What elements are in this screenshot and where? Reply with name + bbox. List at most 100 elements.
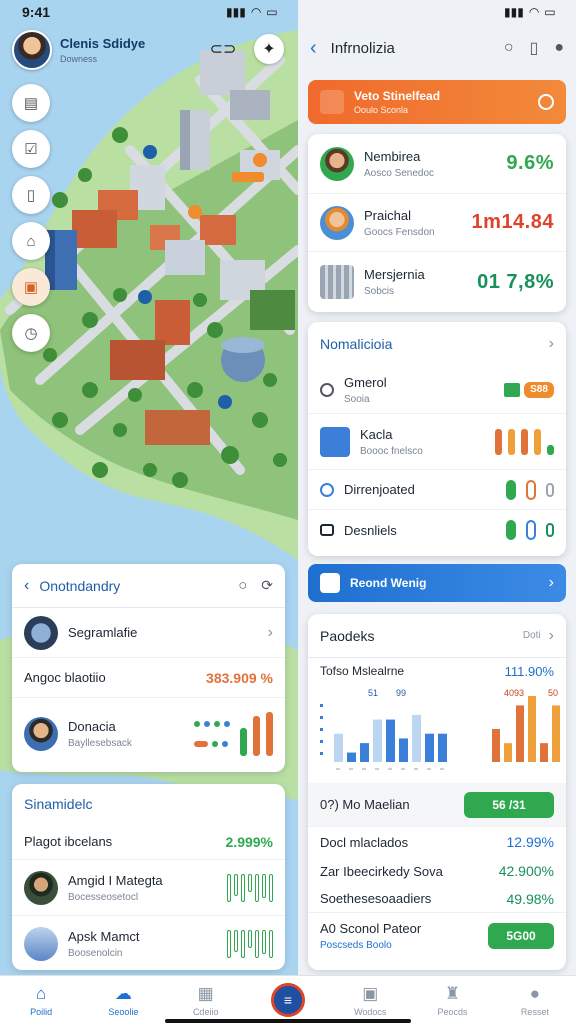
nav-item-folder[interactable]: ▣ Wodocs [329, 976, 411, 1024]
chevron-right-icon[interactable]: › [549, 574, 554, 592]
item-avatar [24, 717, 58, 751]
chart-bar [552, 705, 560, 762]
item-label: Zar Ibeecirkedy Sova [320, 863, 443, 879]
filter-label[interactable]: Doti [523, 630, 541, 641]
list-item[interactable]: Gmerol Sooia S88 [308, 366, 566, 414]
chart-bar [540, 743, 548, 762]
data-label: 51 [368, 688, 378, 698]
chart-bar [399, 738, 408, 762]
axis-tick [320, 740, 323, 743]
status-time: 9:41 [22, 4, 51, 20]
location-icon [320, 382, 334, 397]
chart-bar [347, 752, 356, 762]
avatar[interactable] [12, 30, 52, 70]
axis-tick [320, 728, 323, 731]
stat-sub: Sobcis [364, 286, 395, 297]
timer-icon[interactable] [538, 94, 554, 110]
item-label: Angoc blaotiio [24, 670, 106, 685]
item-label: Amgid I Mategta [68, 872, 163, 888]
pin-icon[interactable]: ✦ [254, 34, 284, 64]
clipboard-icon[interactable]: ▯ [12, 176, 50, 214]
profile-icon[interactable]: ● [554, 39, 564, 57]
data-label: 99 [396, 688, 406, 698]
bag-icon[interactable]: ⌂ [12, 222, 50, 260]
chevron-right-icon[interactable]: › [268, 624, 273, 642]
refresh-icon[interactable]: ⟳ [261, 577, 273, 594]
x-tick [349, 768, 353, 770]
clock-icon[interactable]: ◷ [12, 314, 50, 352]
chart-bar [492, 729, 500, 762]
list-item[interactable]: Apsk Mamct Boosenolcin [12, 916, 285, 970]
stat-row[interactable]: Mersjernia Sobcis 01 7,8% [308, 252, 566, 312]
item-label: Plagot ibcelans [24, 834, 113, 849]
link-icon[interactable]: ⊂⊃ [208, 34, 238, 64]
gallery-icon[interactable]: ▣ [12, 268, 50, 306]
item-value: 2.999% [225, 833, 273, 850]
chart-bar [334, 733, 343, 762]
chevron-right-icon[interactable]: › [549, 627, 554, 645]
mini-bars [495, 428, 554, 455]
back-icon[interactable]: ‹ [24, 577, 29, 595]
item-label: Kacla [360, 426, 393, 442]
list-item[interactable]: Amgid I Mategta Bocesseosetocl [12, 860, 285, 916]
list-item[interactable]: Donacia Bayllesebsack [12, 698, 285, 770]
stats-card: Nembirea Aosco Senedoc 9.6% Praichal Goo… [308, 134, 566, 312]
x-tick [440, 768, 444, 770]
mini-indicator [194, 712, 273, 756]
nav-item-calendar[interactable]: ▦ Cdeiio [165, 976, 247, 1024]
toggle-indicators [506, 520, 554, 540]
page-title: Infrnolizia [330, 39, 395, 57]
map-toolbar: ▤ ☑ ▯ ⌂ ▣ ◷ [12, 84, 50, 352]
item-label: A0 Sconol Pateor [320, 921, 422, 936]
search-icon[interactable]: ○ [504, 39, 514, 57]
item-label: Apsk Mamct [68, 929, 140, 944]
back-icon[interactable]: ‹ [310, 37, 317, 60]
stat-row[interactable]: Praichal Goocs Fensdon 1m14.84 [308, 194, 566, 252]
item-sub: Bocesseosetocl [68, 891, 139, 903]
doc-icon[interactable]: ▤ [12, 84, 50, 122]
stat-value: 9.6% [506, 152, 554, 174]
list-item[interactable]: Dirrenjoated [308, 470, 566, 510]
bookmark-icon[interactable]: ▯ [530, 38, 539, 58]
nav-label: Cdeiio [192, 1006, 219, 1017]
action-banner[interactable]: Reond Wenig › [308, 564, 566, 602]
list-item[interactable]: A0 Sconol Pateor Poscseds Boolo 5G00 [308, 913, 566, 959]
calendar-icon [320, 426, 350, 457]
nav-item-bell[interactable]: ♜ Peocds [411, 976, 493, 1024]
list-item[interactable]: 0?) Mo Maelian 56 /31 [308, 783, 566, 827]
item-badge[interactable]: 5G00 [488, 923, 554, 949]
item-badge[interactable]: 56 /31 [464, 791, 554, 818]
grid-icon [320, 265, 354, 299]
chevron-right-icon[interactable]: › [549, 335, 554, 353]
nav-item-profile[interactable]: ● Resset [494, 976, 576, 1024]
left-card-summary: Sinamidelc Plagot ibcelans 2.999% Amgid … [12, 784, 285, 970]
nav-item-cloud[interactable]: ☁ Seoolie [82, 976, 164, 1024]
map-pane[interactable]: 9:41 ▮▮▮ ◠ ▭ Clenis Sdidye Downess ⊂⊃ ✦ … [0, 0, 298, 975]
banner-title: Veto Stinelfead [354, 89, 441, 103]
stat-sub: Aosco Senedoc [364, 167, 435, 179]
nav-label: Seoolie [108, 1006, 139, 1017]
center-icon: ≡ [270, 983, 305, 1017]
list-item[interactable]: Kacla Boooc fnelsco [308, 414, 566, 470]
battery-icon: ▭ [544, 5, 556, 19]
checklist-icon[interactable]: ☑ [12, 130, 50, 168]
bell-icon: ♜ [444, 983, 461, 1003]
user-profile[interactable]: Clenis Sdidye Downess [12, 30, 145, 70]
status-icons: ▮▮▮ ◠ ▭ [504, 5, 556, 19]
packages-card: Paodeks Doti › Tofso Mslealrne 111.90% 5… [308, 614, 566, 970]
wifi-icon: ◠ [528, 5, 540, 19]
nav-item-home[interactable]: ⌂ Poilid [0, 976, 82, 1024]
list-item: Zar Ibeecirkedy Sova 42.900% [308, 857, 566, 885]
banner-title: Reond Wenig [350, 576, 427, 590]
item-label: Docl mlaclados [320, 834, 409, 850]
promo-banner[interactable]: Veto Stinelfead Ooulo Sconla [308, 80, 566, 124]
search-icon[interactable]: ○ [238, 577, 247, 594]
chart-bar [386, 719, 395, 762]
list-item[interactable]: Desnliels [308, 510, 566, 550]
item-sub: Bayllesebsack [68, 738, 132, 749]
list-item[interactable]: Segramlafie › [12, 608, 285, 658]
item-badge: S88 [524, 381, 554, 398]
axis-tick [320, 704, 323, 707]
stat-row[interactable]: Nembirea Aosco Senedoc 9.6% [308, 134, 566, 194]
nav-item-center[interactable]: ≡ [247, 976, 329, 1024]
